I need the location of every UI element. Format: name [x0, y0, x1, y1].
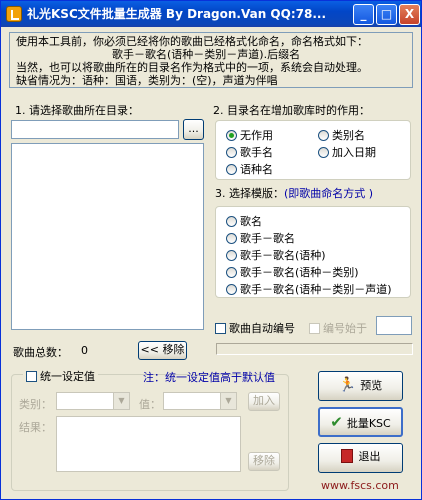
checkbox-icon	[26, 371, 37, 382]
radio-no-effect[interactable]: 无作用	[226, 127, 273, 143]
radio-dot-icon	[226, 216, 237, 227]
start-number-input[interactable]	[376, 316, 412, 335]
add-button[interactable]: 加入	[248, 392, 280, 411]
instruction-line: 当然，也可以将歌曲所在的目录名作为格式中的一项，系统会自动处理。	[16, 61, 368, 74]
chevron-down-icon: ▼	[220, 393, 236, 409]
app-icon	[6, 6, 22, 22]
radio-add-date[interactable]: 加入日期	[318, 144, 376, 160]
result-box[interactable]	[56, 416, 241, 472]
template-option[interactable]: 歌手－歌名(语种－类别)	[226, 264, 359, 280]
song-total-value: 0	[81, 344, 88, 357]
step3-label: 3. 选择模版：(即歌曲命名方式 )	[215, 187, 374, 200]
result-label: 结果：	[19, 421, 52, 434]
radio-dot-icon	[226, 233, 237, 244]
minimize-button[interactable]: _	[353, 4, 374, 25]
template-group: 歌名 歌手－歌名 歌手－歌名(语种) 歌手－歌名(语种－类别) 歌手－歌名(语种…	[215, 206, 411, 298]
radio-dot-icon	[226, 284, 237, 295]
preview-button[interactable]: 🏃 预览	[318, 371, 403, 401]
dir-usage-group: 无作用 类别名 歌手名 加入日期 语种名	[215, 120, 411, 180]
instructions-box: 使用本工具前，你必须已经将你的歌曲已经格式化命名，命名格式如下： 歌手－歌名(语…	[9, 32, 413, 88]
folder-path-input[interactable]	[11, 120, 179, 139]
radio-dot-icon	[226, 164, 237, 175]
browse-button[interactable]: ...	[183, 119, 204, 140]
template-option[interactable]: 歌手－歌名(语种)	[226, 247, 326, 263]
start-number-checkbox[interactable]: 编号始于	[309, 320, 367, 336]
template-option[interactable]: 歌手－歌名(语种－类别－声道)	[226, 281, 392, 297]
instruction-line: 使用本工具前，你必须已经将你的歌曲已经格式化命名，命名格式如下：	[16, 35, 368, 48]
radio-dot-icon	[226, 130, 237, 141]
radio-category[interactable]: 类别名	[318, 127, 365, 143]
value-label: 值：	[139, 398, 161, 411]
category-label: 类别：	[19, 398, 52, 411]
instruction-line: 缺省情况为：语种：国语，类别为：(空)，声道为伴唱	[16, 74, 278, 87]
radio-dot-icon	[318, 147, 329, 158]
step3-hint: (即歌曲命名方式 )	[284, 187, 374, 200]
batch-ksc-button[interactable]: ✔ 批量KSC	[318, 407, 403, 437]
chevron-down-icon: ▼	[113, 393, 129, 409]
exit-door-icon	[340, 449, 353, 463]
unify-note: 注：统一设定值高于默认值	[143, 371, 275, 384]
main-window: 礼光KSC文件批量生成器 By Dragon.Van QQ:78... _ □ …	[0, 0, 422, 500]
window-title: 礼光KSC文件批量生成器 By Dragon.Van QQ:78...	[27, 7, 327, 21]
step1-label: 1. 请选择歌曲所在目录：	[15, 104, 139, 117]
progress-bar	[216, 343, 413, 355]
radio-dot-icon	[226, 250, 237, 261]
exit-button[interactable]: 退出	[318, 443, 403, 473]
auto-number-checkbox[interactable]: 歌曲自动编号	[215, 320, 295, 336]
remove-song-button[interactable]: << 移除	[138, 341, 187, 360]
radio-dot-icon	[226, 267, 237, 278]
running-man-icon: 🏃	[338, 377, 357, 393]
category-select[interactable]: ▼	[56, 392, 130, 410]
step2-label: 2. 目录名在增加歌库时的作用：	[213, 104, 370, 117]
checkbox-icon	[309, 323, 320, 334]
instruction-format: 歌手－歌名(语种－类别－声道).后缀名	[112, 48, 301, 61]
check-icon: ✔	[330, 413, 343, 431]
value-select[interactable]: ▼	[163, 392, 237, 410]
maximize-button[interactable]: □	[376, 4, 397, 25]
radio-dot-icon	[318, 130, 329, 141]
song-list[interactable]	[11, 143, 204, 330]
watermark: www.fscs.com	[321, 479, 399, 492]
template-option[interactable]: 歌手－歌名	[226, 230, 295, 246]
radio-singer[interactable]: 歌手名	[226, 144, 273, 160]
template-option[interactable]: 歌名	[226, 213, 262, 229]
song-total-label: 歌曲总数：	[13, 346, 68, 359]
unify-checkbox[interactable]: 统一设定值	[23, 368, 98, 384]
checkbox-icon	[215, 323, 226, 334]
radio-language[interactable]: 语种名	[226, 161, 273, 177]
close-button[interactable]: X	[399, 4, 420, 25]
radio-dot-icon	[226, 147, 237, 158]
title-bar[interactable]: 礼光KSC文件批量生成器 By Dragon.Van QQ:78... _ □ …	[1, 1, 421, 27]
remove-result-button[interactable]: 移除	[248, 452, 280, 471]
